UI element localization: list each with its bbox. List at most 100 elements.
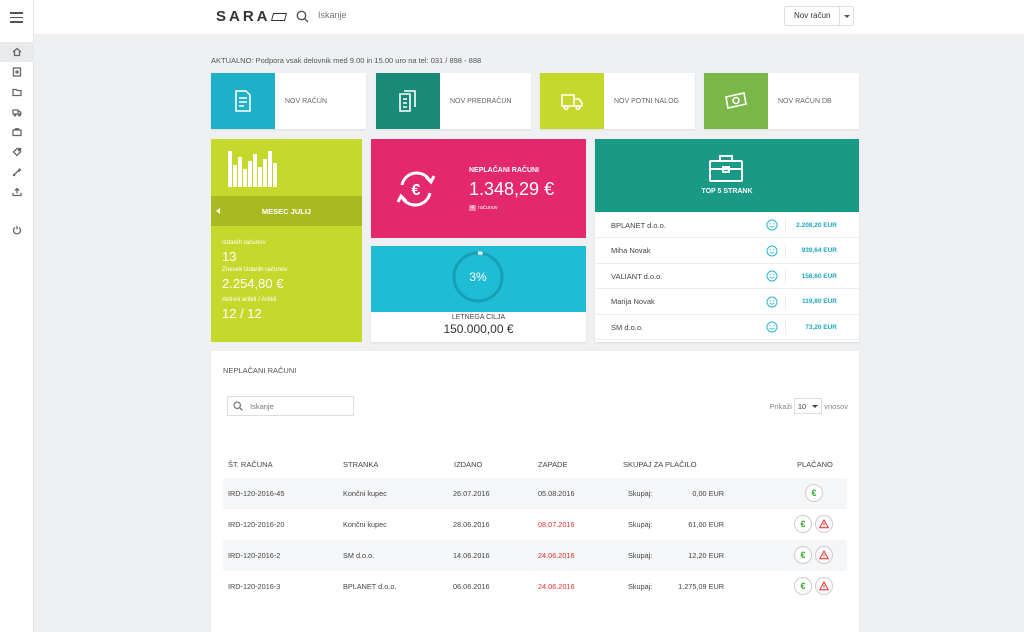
banknote-icon <box>704 73 768 129</box>
new-invoice-dropdown-toggle[interactable] <box>839 7 853 25</box>
new-document-icon[interactable] <box>0 62 34 82</box>
invoice-number[interactable]: IRD-120-2016-2 <box>228 540 280 571</box>
table-row[interactable]: IRD-120-2016-45 Končni kupec 26.07.2016 05.… <box>223 478 847 509</box>
month-title: MESEC JULIJ <box>261 206 312 216</box>
invoice-number[interactable]: IRD-120-2016-45 <box>228 478 284 509</box>
quick-action-new-invoice[interactable]: NOV RAČUN <box>211 73 366 129</box>
invoice-number[interactable]: IRD-120-2016-20 <box>228 509 284 540</box>
unpaid-invoices-card[interactable]: € NEPLAČANI RAČUNI 1.348,29 € 4 računov <box>371 139 586 238</box>
total-prefix: Skupaj: <box>628 551 653 560</box>
goal-label: LETNEGA CILJA <box>451 314 506 321</box>
top-client-name: SM d.o.o. <box>611 322 644 332</box>
quick-action-label: NOV RAČUN <box>285 97 328 105</box>
quick-action-new-travel-order[interactable]: NOV POTNI NALOG <box>540 73 695 129</box>
column-header-due[interactable]: ZAPADE <box>538 460 567 469</box>
issued-amount-value: 2.254,80 € <box>222 276 284 291</box>
top-client-row[interactable]: Marija Novak 119,80 EUR <box>595 290 859 315</box>
unpaid-count-label: računov <box>478 205 498 211</box>
truck-icon[interactable] <box>0 102 34 122</box>
home-icon[interactable] <box>0 42 34 62</box>
page-size-select[interactable]: 10 <box>793 398 823 414</box>
global-search-input[interactable] <box>318 10 518 20</box>
euro-icon: € <box>800 550 806 560</box>
quick-action-new-estimate[interactable]: NOV PREDRAČUN <box>376 73 531 129</box>
entries-label: vnosov <box>824 401 848 411</box>
warning-icon <box>819 581 829 591</box>
new-invoice-button[interactable]: Nov račun <box>785 7 839 25</box>
pay-button[interactable]: € <box>794 577 812 595</box>
search-icon <box>233 401 243 411</box>
row-divider <box>785 294 786 310</box>
column-header-issued[interactable]: IZDANO <box>454 460 482 469</box>
overdue-warning-button[interactable] <box>815 577 833 595</box>
support-notice: AKTUALNO: Podpora vsak delovnik med 9.00… <box>211 56 482 65</box>
total-prefix: Skupaj: <box>628 582 653 591</box>
logo-mark-icon <box>270 13 287 22</box>
previous-month-arrow-icon[interactable] <box>211 208 225 214</box>
pay-button[interactable]: € <box>794 546 812 564</box>
table-row[interactable]: IRD-120-2016-2 SM d.o.o. 14.06.2016 24.06.2… <box>223 540 847 571</box>
unpaid-count-badge: 4 <box>469 205 477 211</box>
month-navigation: MESEC JULIJ <box>211 196 362 226</box>
column-header-paid[interactable]: PLAČANO <box>797 460 833 469</box>
invoice-icon <box>211 73 275 129</box>
invoice-client: Končni kupec <box>343 520 387 529</box>
goal-percent: 3% <box>469 270 487 284</box>
briefcase-icon <box>709 155 743 182</box>
invoice-issued-date: 26.07.2016 <box>453 489 490 498</box>
documents-icon <box>376 73 440 129</box>
pay-button[interactable]: € <box>805 484 823 502</box>
sidebar <box>0 0 34 632</box>
top-client-value: 73,20 EUR <box>805 323 837 331</box>
payment-actions: € <box>805 484 823 502</box>
new-invoice-split-button: Nov račun <box>784 6 855 26</box>
invoice-total: 61,00 EUR <box>688 520 724 529</box>
invoice-due-date: 24.06.2016 <box>538 582 575 591</box>
smiley-icon <box>766 321 778 333</box>
power-icon[interactable] <box>0 220 34 240</box>
month-summary-card: MESEC JULIJ Izdanih računov 13 Znesek iz… <box>211 139 362 342</box>
column-header-total[interactable]: SKUPAJ ZA PLAČILO <box>623 460 697 469</box>
tag-icon[interactable] <box>0 142 34 162</box>
invoice-client: BPLANET d.o.o. <box>343 582 397 591</box>
topbar: SARA Nov račun <box>34 0 1024 34</box>
briefcase-icon[interactable] <box>0 122 34 142</box>
pay-button[interactable]: € <box>794 515 812 533</box>
top-client-row[interactable]: Miha Novak 939,64 EUR <box>595 239 859 264</box>
overdue-warning-button[interactable] <box>815 546 833 564</box>
top-client-name: Marija Novak <box>611 297 655 306</box>
tools-icon[interactable] <box>0 162 34 182</box>
invoice-issued-date: 14.06.2016 <box>453 551 490 560</box>
table-row[interactable]: IRD-120-2016-3 BPLANET d.o.o. 06.06.2016 24… <box>223 571 847 602</box>
active-items-value: 12 / 12 <box>222 306 262 321</box>
smiley-icon <box>766 219 778 231</box>
svg-text:€: € <box>412 182 421 199</box>
page-size-control: Prikaži 10 vnosov <box>769 398 848 414</box>
top-client-row[interactable]: SM d.o.o. 73,20 EUR <box>595 315 859 340</box>
unpaid-count: 4 računov <box>469 205 498 211</box>
table-search-input[interactable] <box>250 401 350 411</box>
menu-icon[interactable] <box>10 12 23 23</box>
column-header-number[interactable]: ŠT. RAČUNA <box>228 460 273 469</box>
top-client-row[interactable]: VALIANT d.o.o. 158,60 EUR <box>595 264 859 289</box>
top-client-row[interactable]: BPLANET d.o.o. 2.208,20 EUR <box>595 213 859 238</box>
row-divider <box>785 320 786 335</box>
invoice-number[interactable]: IRD-120-2016-3 <box>228 571 280 602</box>
issued-invoices-value: 13 <box>222 249 237 264</box>
overdue-warning-button[interactable] <box>815 515 833 533</box>
yearly-goal-card: 3% LETNEGA CILJA 150.000,00 € <box>371 246 586 342</box>
invoice-client: Končni kupec <box>343 489 387 498</box>
column-header-client[interactable]: STRANKA <box>343 460 378 469</box>
app-logo[interactable]: SARA <box>216 8 287 25</box>
folder-icon[interactable] <box>0 82 34 102</box>
quick-action-new-invoice-db[interactable]: NOV RAČUN DB <box>704 73 859 129</box>
top-client-value: 939,64 EUR <box>801 247 837 254</box>
warning-icon <box>819 519 829 529</box>
quick-action-label: NOV RAČUN DB <box>778 97 832 105</box>
issued-amount-label: Znesek izdanih računov <box>222 266 288 273</box>
euro-icon: € <box>800 581 806 591</box>
export-icon[interactable] <box>0 182 34 202</box>
top-clients-card: TOP 5 STRANK BPLANET d.o.o. 2.208,20 EUR M… <box>595 139 859 342</box>
search-icon[interactable] <box>296 10 309 23</box>
table-row[interactable]: IRD-120-2016-20 Končni kupec 28.06.2016 08.… <box>223 509 847 540</box>
